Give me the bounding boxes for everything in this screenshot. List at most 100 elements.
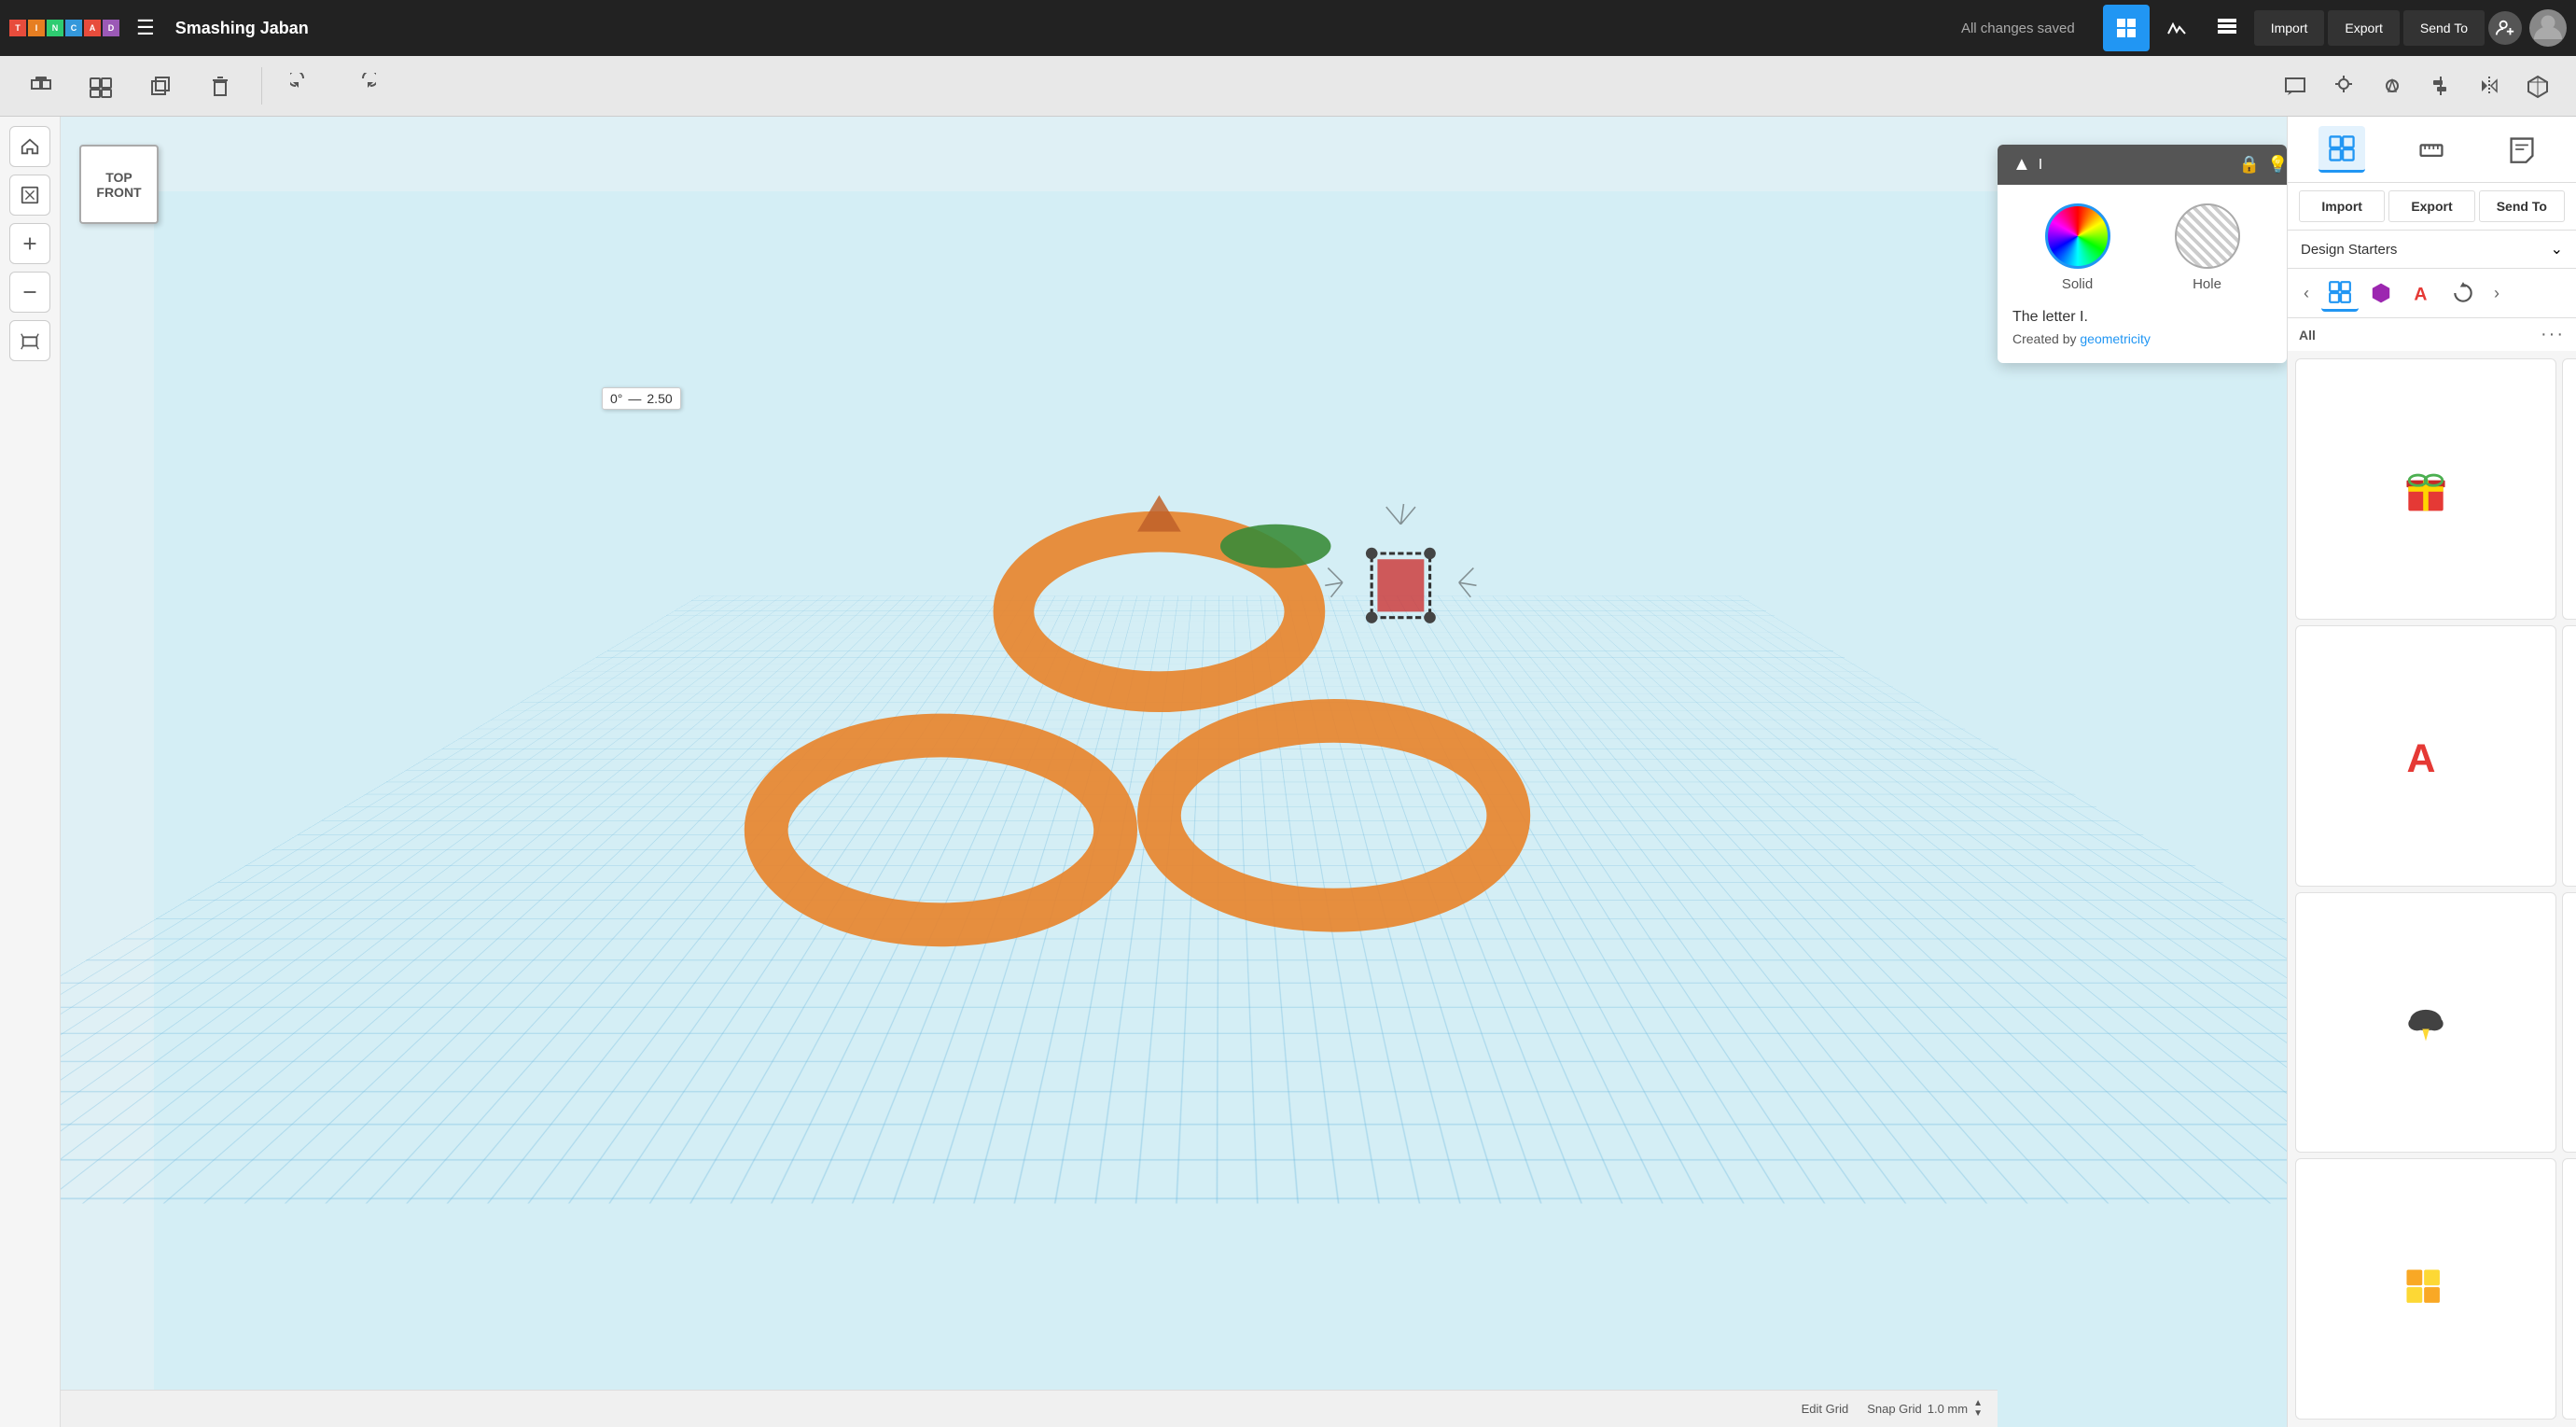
- comment-view-btn[interactable]: [2276, 66, 2315, 105]
- shape-lock-btn[interactable]: 🔒: [2239, 155, 2260, 175]
- menu-icon[interactable]: ☰: [136, 16, 155, 40]
- view-grid-btn[interactable]: [2103, 5, 2150, 51]
- statusbar: Edit Grid Snap Grid 1.0 mm ▲ ▼: [61, 1390, 1998, 1427]
- project-name[interactable]: Smashing Jaban: [175, 19, 309, 38]
- import-button[interactable]: Import: [2254, 10, 2325, 46]
- shape-cloud[interactable]: [2295, 892, 2556, 1154]
- grid-surface: [61, 596, 2287, 1204]
- hole-ball[interactable]: [2175, 203, 2240, 269]
- categories-next-btn[interactable]: ›: [2485, 282, 2508, 304]
- shape-yellow-blocks[interactable]: [2295, 1158, 2556, 1420]
- cat-letter-btn[interactable]: A: [2403, 274, 2441, 312]
- view-blocks-btn[interactable]: [2204, 5, 2250, 51]
- send-to-button[interactable]: Send To: [2403, 10, 2485, 46]
- shape-cylinder[interactable]: [2562, 892, 2576, 1154]
- logo-a: A: [84, 20, 101, 36]
- logo-c: C: [65, 20, 82, 36]
- sidebar-export-btn[interactable]: Export: [2388, 190, 2474, 222]
- view-cube[interactable]: TOP FRONT: [79, 145, 163, 229]
- categories-prev-btn[interactable]: ‹: [2295, 282, 2318, 304]
- home-view-btn[interactable]: [9, 126, 50, 167]
- logo-i: I: [28, 20, 45, 36]
- light-view-btn[interactable]: [2324, 66, 2363, 105]
- shape-categories: ‹ A ›: [2288, 269, 2576, 318]
- fit-view-btn[interactable]: [9, 175, 50, 216]
- solid-label: Solid: [2062, 276, 2093, 292]
- shape-popup: ▲ 🔒 💡 Solid Hole The letter I. Created b…: [1998, 145, 2287, 363]
- cat-grid-btn[interactable]: [2321, 274, 2359, 312]
- mirror-view-btn[interactable]: [2470, 66, 2509, 105]
- solid-option[interactable]: Solid: [2045, 203, 2110, 292]
- shape-red-a[interactable]: A: [2295, 625, 2556, 887]
- topbar-right: Import Export Send To: [2103, 5, 2567, 51]
- duplicate-button[interactable]: [138, 63, 183, 108]
- delete-button[interactable]: [198, 63, 243, 108]
- snap-down-arrow[interactable]: ▼: [1973, 1409, 1983, 1419]
- shape-light-btn[interactable]: 💡: [2267, 155, 2287, 175]
- edit-grid-item[interactable]: Edit Grid: [1802, 1402, 1849, 1416]
- svg-text:A: A: [2414, 285, 2427, 305]
- shape-view-btn[interactable]: [2373, 66, 2412, 105]
- edit-grid-label[interactable]: Edit Grid: [1802, 1402, 1849, 1416]
- view-build-btn[interactable]: [2153, 5, 2200, 51]
- snap-grid-label: Snap Grid: [1867, 1402, 1922, 1416]
- popup-description: The letter I.: [1998, 301, 2287, 329]
- view-cube-face[interactable]: TOP FRONT: [79, 145, 159, 224]
- view-cube-front: FRONT: [96, 185, 141, 200]
- design-starters-arrow: ⌄: [2551, 240, 2563, 259]
- design-starters-dropdown[interactable]: Design Starters ⌄: [2288, 231, 2576, 269]
- ungroup-button[interactable]: [78, 63, 123, 108]
- main-area: TOP FRONT: [0, 117, 2576, 1427]
- view-cube-top: TOP: [105, 170, 132, 185]
- creator-link[interactable]: geometricity: [2080, 331, 2150, 346]
- zoom-in-btn[interactable]: [9, 223, 50, 264]
- align-view-btn[interactable]: [2421, 66, 2460, 105]
- hole-option[interactable]: Hole: [2175, 203, 2240, 292]
- sidebar-import-btn[interactable]: Import: [2299, 190, 2385, 222]
- sidebar-top-icons: [2288, 117, 2576, 183]
- sidebar-note-icon[interactable]: [2499, 126, 2545, 173]
- sidebar-sendto-btn[interactable]: Send To: [2479, 190, 2565, 222]
- export-button[interactable]: Export: [2328, 10, 2399, 46]
- toolbar-right: [2276, 66, 2557, 105]
- dimension-tooltip: 0° — 2.50: [602, 387, 681, 410]
- dimension-angle: 0°: [610, 391, 622, 406]
- redo-button[interactable]: [341, 63, 385, 108]
- shape-gift[interactable]: [2295, 358, 2556, 620]
- shape-pink-cube[interactable]: [2562, 358, 2576, 620]
- shape-blue-5[interactable]: 5: [2562, 625, 2576, 887]
- zoom-out-btn[interactable]: [9, 272, 50, 313]
- toolbar: [0, 56, 2576, 117]
- solid-ball[interactable]: [2045, 203, 2110, 269]
- snap-grid-spinner[interactable]: ▲ ▼: [1973, 1399, 1983, 1419]
- toolbar-separator: [261, 67, 262, 105]
- popup-up-arrow[interactable]: ▲: [2012, 154, 2031, 175]
- logo-t: T: [9, 20, 26, 36]
- filter-more-btn[interactable]: ···: [2541, 324, 2565, 345]
- tinkercad-logo: T I N C A D: [9, 20, 119, 36]
- canvas-area[interactable]: TOP FRONT: [61, 117, 2287, 1427]
- view3d-btn[interactable]: [2518, 66, 2557, 105]
- sidebar-ruler-icon[interactable]: [2408, 126, 2455, 173]
- user-area: [2488, 9, 2567, 47]
- cat-anim-btn[interactable]: [2444, 274, 2482, 312]
- perspective-btn[interactable]: [9, 320, 50, 361]
- cat-hex-btn[interactable]: [2362, 274, 2400, 312]
- group-button[interactable]: [19, 63, 63, 108]
- save-status: All changes saved: [1961, 21, 2075, 36]
- topbar: T I N C A D ☰ Smashing Jaban All changes…: [0, 0, 2576, 56]
- popup-header: ▲ 🔒 💡: [1998, 145, 2287, 185]
- popup-creator: Created by geometricity: [1998, 329, 2287, 348]
- dimension-value: 2.50: [647, 391, 672, 406]
- avatar[interactable]: [2529, 9, 2567, 47]
- undo-button[interactable]: [281, 63, 326, 108]
- sidebar-grid-icon[interactable]: [2318, 126, 2365, 173]
- shapes-filter-row: All ···: [2288, 318, 2576, 351]
- add-user-button[interactable]: [2488, 11, 2522, 45]
- workplane: [154, 191, 2287, 1427]
- sidebar-actions: Import Export Send To: [2288, 183, 2576, 231]
- snap-up-arrow[interactable]: ▲: [1973, 1399, 1983, 1408]
- shape-coin[interactable]: $: [2562, 1158, 2576, 1420]
- shape-name-input[interactable]: [2039, 157, 2232, 174]
- shapes-grid: A 5: [2288, 351, 2576, 1427]
